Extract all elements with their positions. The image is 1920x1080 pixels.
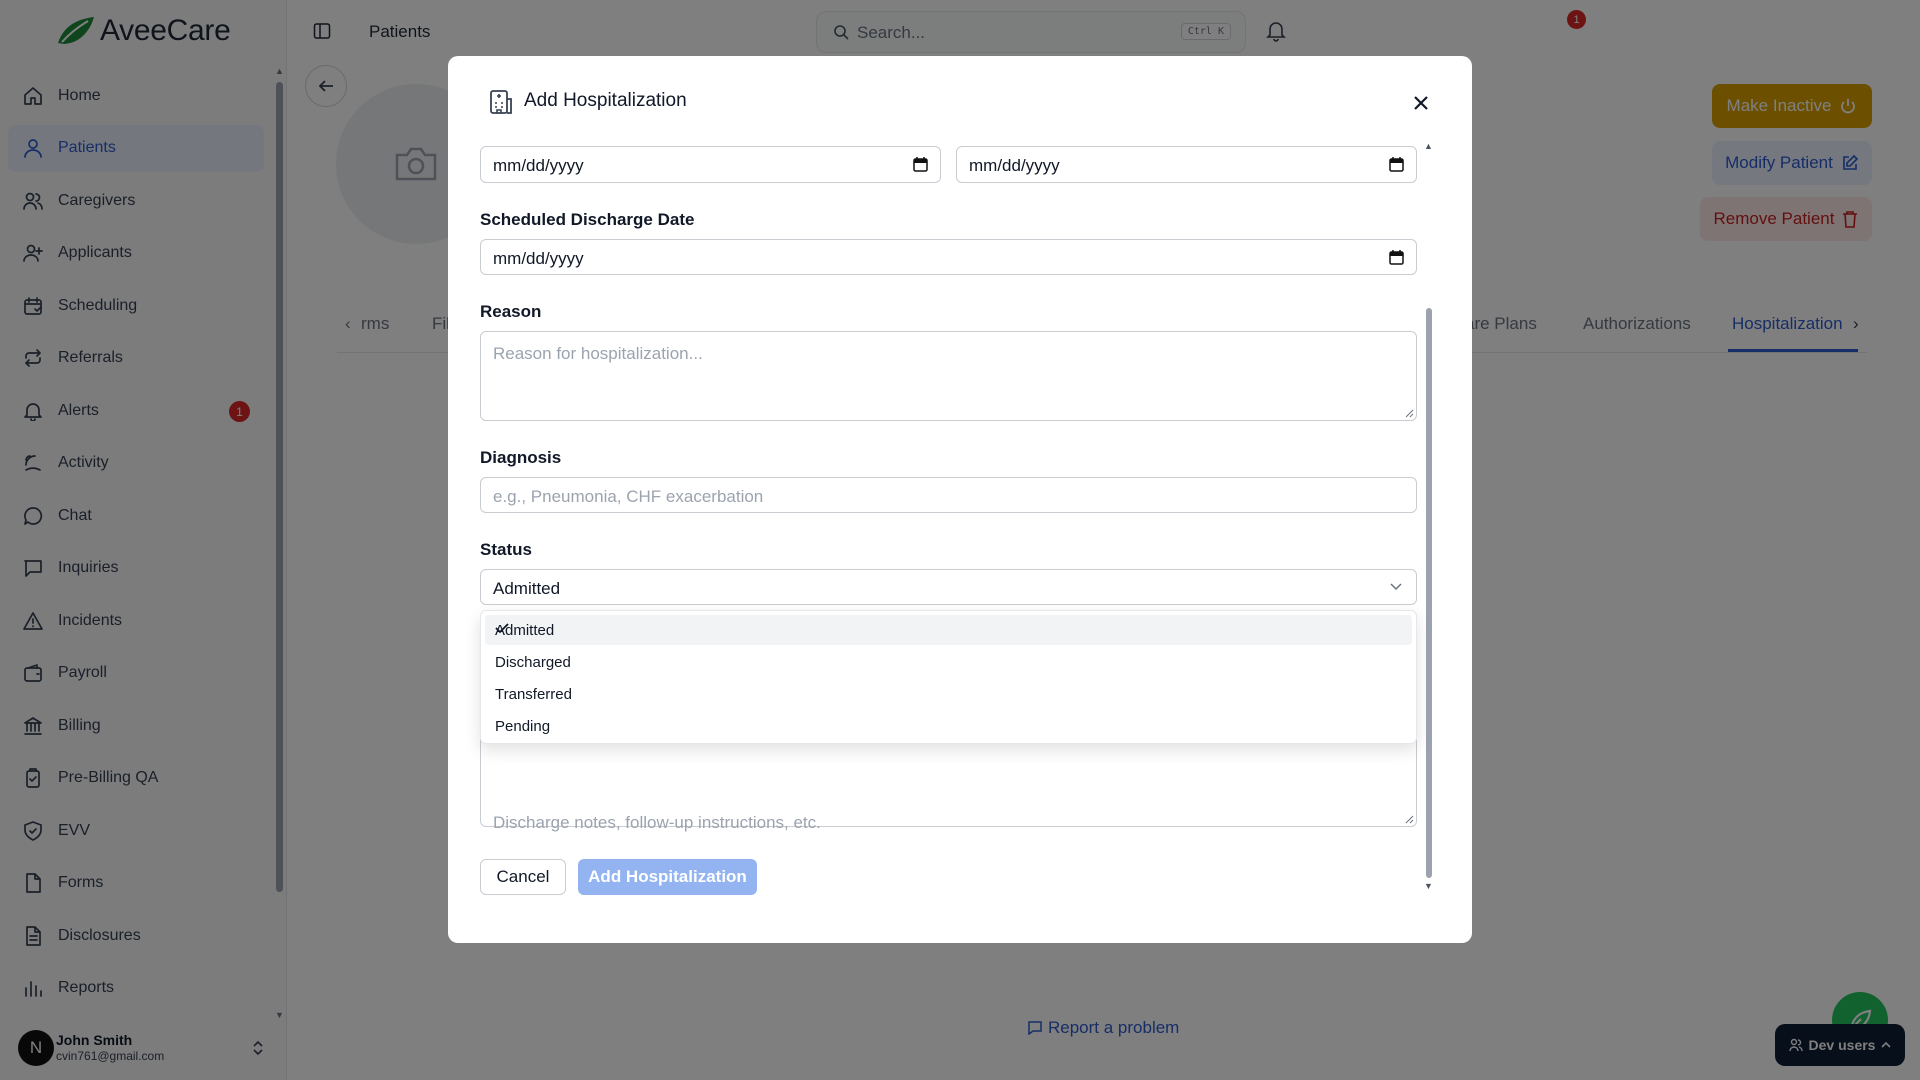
- close-icon[interactable]: [1412, 94, 1430, 112]
- reason-placeholder: Reason for hospitalization...: [493, 344, 703, 363]
- option-label: Transferred: [495, 686, 572, 703]
- status-select[interactable]: Admitted: [480, 569, 1417, 605]
- reason-label: Reason: [480, 302, 542, 321]
- option-label: Pending: [495, 718, 551, 735]
- calendar-icon[interactable]: [913, 157, 928, 172]
- status-option-transferred[interactable]: Transferred: [485, 679, 1412, 709]
- chevron-down-icon: [1390, 583, 1402, 591]
- dialog-scrollbar[interactable]: ▲ ▼: [1424, 141, 1434, 891]
- add-hospitalization-button[interactable]: Add Hospitalization: [578, 859, 757, 895]
- hospital-icon: [488, 87, 514, 115]
- admission-date-input[interactable]: mm/dd/yyyy: [480, 146, 941, 183]
- diagnosis-input[interactable]: e.g., Pneumonia, CHF exacerbation: [480, 477, 1417, 513]
- scheduled-discharge-date-value: mm/dd/yyyy: [493, 249, 584, 268]
- option-label: Discharged: [495, 654, 571, 671]
- calendar-icon[interactable]: [1389, 250, 1404, 265]
- cancel-button[interactable]: Cancel: [480, 859, 566, 895]
- calendar-icon[interactable]: [1389, 157, 1404, 172]
- resize-handle-icon[interactable]: [1405, 815, 1414, 824]
- diagnosis-label: Diagnosis: [480, 448, 562, 467]
- status-selected-value: Admitted: [493, 579, 561, 598]
- scroll-up-icon[interactable]: ▲: [1424, 141, 1433, 151]
- diagnosis-placeholder: e.g., Pneumonia, CHF exacerbation: [493, 487, 764, 506]
- status-label: Status: [480, 540, 532, 559]
- scheduled-discharge-date-input[interactable]: mm/dd/yyyy: [480, 239, 1417, 275]
- reason-textarea[interactable]: Reason for hospitalization...: [480, 331, 1417, 421]
- notes-placeholder: Discharge notes, follow-up instructions,…: [493, 813, 821, 832]
- scrollbar-thumb[interactable]: [1426, 308, 1432, 878]
- status-option-discharged[interactable]: Discharged: [485, 647, 1412, 677]
- scroll-down-icon[interactable]: ▼: [1424, 881, 1433, 891]
- scheduled-discharge-label: Scheduled Discharge Date: [480, 210, 695, 229]
- actual-discharge-date-value: mm/dd/yyyy: [969, 156, 1060, 175]
- admission-date-value: mm/dd/yyyy: [493, 156, 584, 175]
- dialog-header: Add Hospitalization: [488, 87, 687, 115]
- check-icon: [495, 622, 1400, 634]
- status-dropdown: Admitted Discharged Transferred Pending: [480, 610, 1417, 744]
- status-option-admitted[interactable]: Admitted: [485, 615, 1412, 645]
- dialog-title: Add Hospitalization: [524, 90, 687, 111]
- resize-handle-icon[interactable]: [1405, 409, 1414, 418]
- status-option-pending[interactable]: Pending: [485, 711, 1412, 741]
- actual-discharge-date-input[interactable]: mm/dd/yyyy: [956, 146, 1417, 183]
- add-hospitalization-dialog: Add Hospitalization ▲ ▼ mm/dd/yyyy mm/dd…: [448, 56, 1472, 943]
